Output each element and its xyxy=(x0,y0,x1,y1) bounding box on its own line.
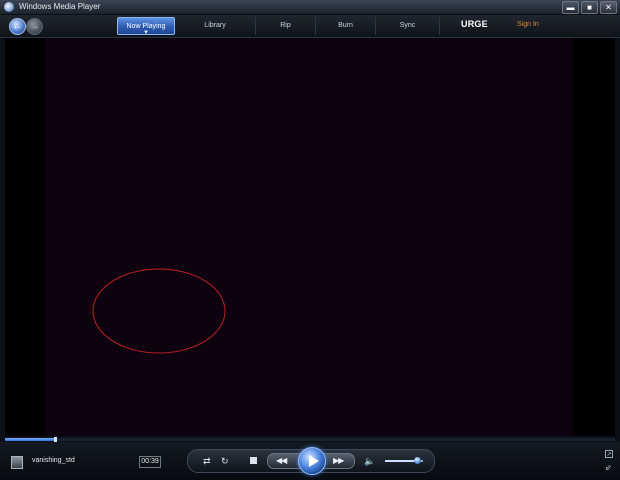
tab-sync[interactable]: Sync xyxy=(376,17,440,35)
seek-bar[interactable] xyxy=(5,437,615,442)
back-arrow-icon[interactable]: ← xyxy=(9,18,26,35)
dropdown-arrow-icon: ▼ xyxy=(143,30,149,36)
maximize-button[interactable]: ■ xyxy=(581,1,598,14)
tab-label: Library xyxy=(204,22,226,29)
urge-store-logo[interactable]: URGE xyxy=(461,19,488,29)
play-button[interactable] xyxy=(298,447,326,475)
media-title: vanishing_std xyxy=(32,457,75,464)
tab-label: Rip xyxy=(280,22,291,29)
video-display[interactable] xyxy=(5,38,615,436)
fullscreen-icon[interactable]: ⇙ xyxy=(605,464,612,472)
tab-label: Sync xyxy=(399,22,416,29)
time-display[interactable]: 00:39 xyxy=(139,456,161,468)
volume-slider[interactable] xyxy=(385,457,423,464)
window-title: Windows Media Player xyxy=(19,2,101,11)
tab-label: Now Playing xyxy=(126,23,166,30)
forward-arrow-icon[interactable]: → xyxy=(26,18,43,35)
fast-forward-icon[interactable]: ▶▶ xyxy=(333,456,344,465)
seek-progress-fill xyxy=(5,438,54,441)
tab-rip[interactable]: Rip xyxy=(256,17,316,35)
title-bar: Windows Media Player ▬ ■ ✕ xyxy=(0,0,620,15)
repeat-icon[interactable]: ↻ xyxy=(221,456,229,466)
ellipse-shape xyxy=(92,268,226,354)
window-controls: ▬ ■ ✕ xyxy=(562,1,617,14)
stop-button[interactable] xyxy=(250,457,257,464)
volume-fill xyxy=(385,460,418,462)
sign-in-link[interactable]: Sign In xyxy=(517,21,539,28)
shuffle-icon[interactable]: ⇄ xyxy=(203,456,211,466)
close-button[interactable]: ✕ xyxy=(600,1,617,14)
navigation-bar: ← → Now Playing ▼ Library Rip Burn Sync … xyxy=(0,15,620,38)
media-thumbnail-icon[interactable] xyxy=(11,456,23,469)
tab-strip: Now Playing ▼ Library Rip Burn Sync xyxy=(117,17,440,37)
tab-burn[interactable]: Burn xyxy=(316,17,376,35)
switch-to-skin-icon[interactable]: ↗ xyxy=(605,450,613,458)
media-player-window: Windows Media Player ▬ ■ ✕ ← → Now Playi… xyxy=(0,0,620,480)
volume-knob[interactable] xyxy=(414,457,422,464)
tab-label: Burn xyxy=(338,22,353,29)
minimize-button[interactable]: ▬ xyxy=(562,1,579,14)
rewind-icon[interactable]: ◀◀ xyxy=(276,456,287,465)
tab-now-playing[interactable]: Now Playing ▼ xyxy=(117,17,175,36)
tab-library[interactable]: Library xyxy=(175,17,256,35)
play-icon xyxy=(309,455,319,467)
playback-controls: ⇄ ↻ ◀◀ ▶▶ 🔈 xyxy=(187,447,435,475)
transport-bar: vanishing_std 00:39 ⇄ ↻ ◀◀ ▶▶ 🔈 ↗ ⇙ xyxy=(0,442,620,480)
app-logo-icon xyxy=(4,2,14,12)
video-frame xyxy=(45,38,573,436)
speaker-icon[interactable]: 🔈 xyxy=(364,456,375,466)
